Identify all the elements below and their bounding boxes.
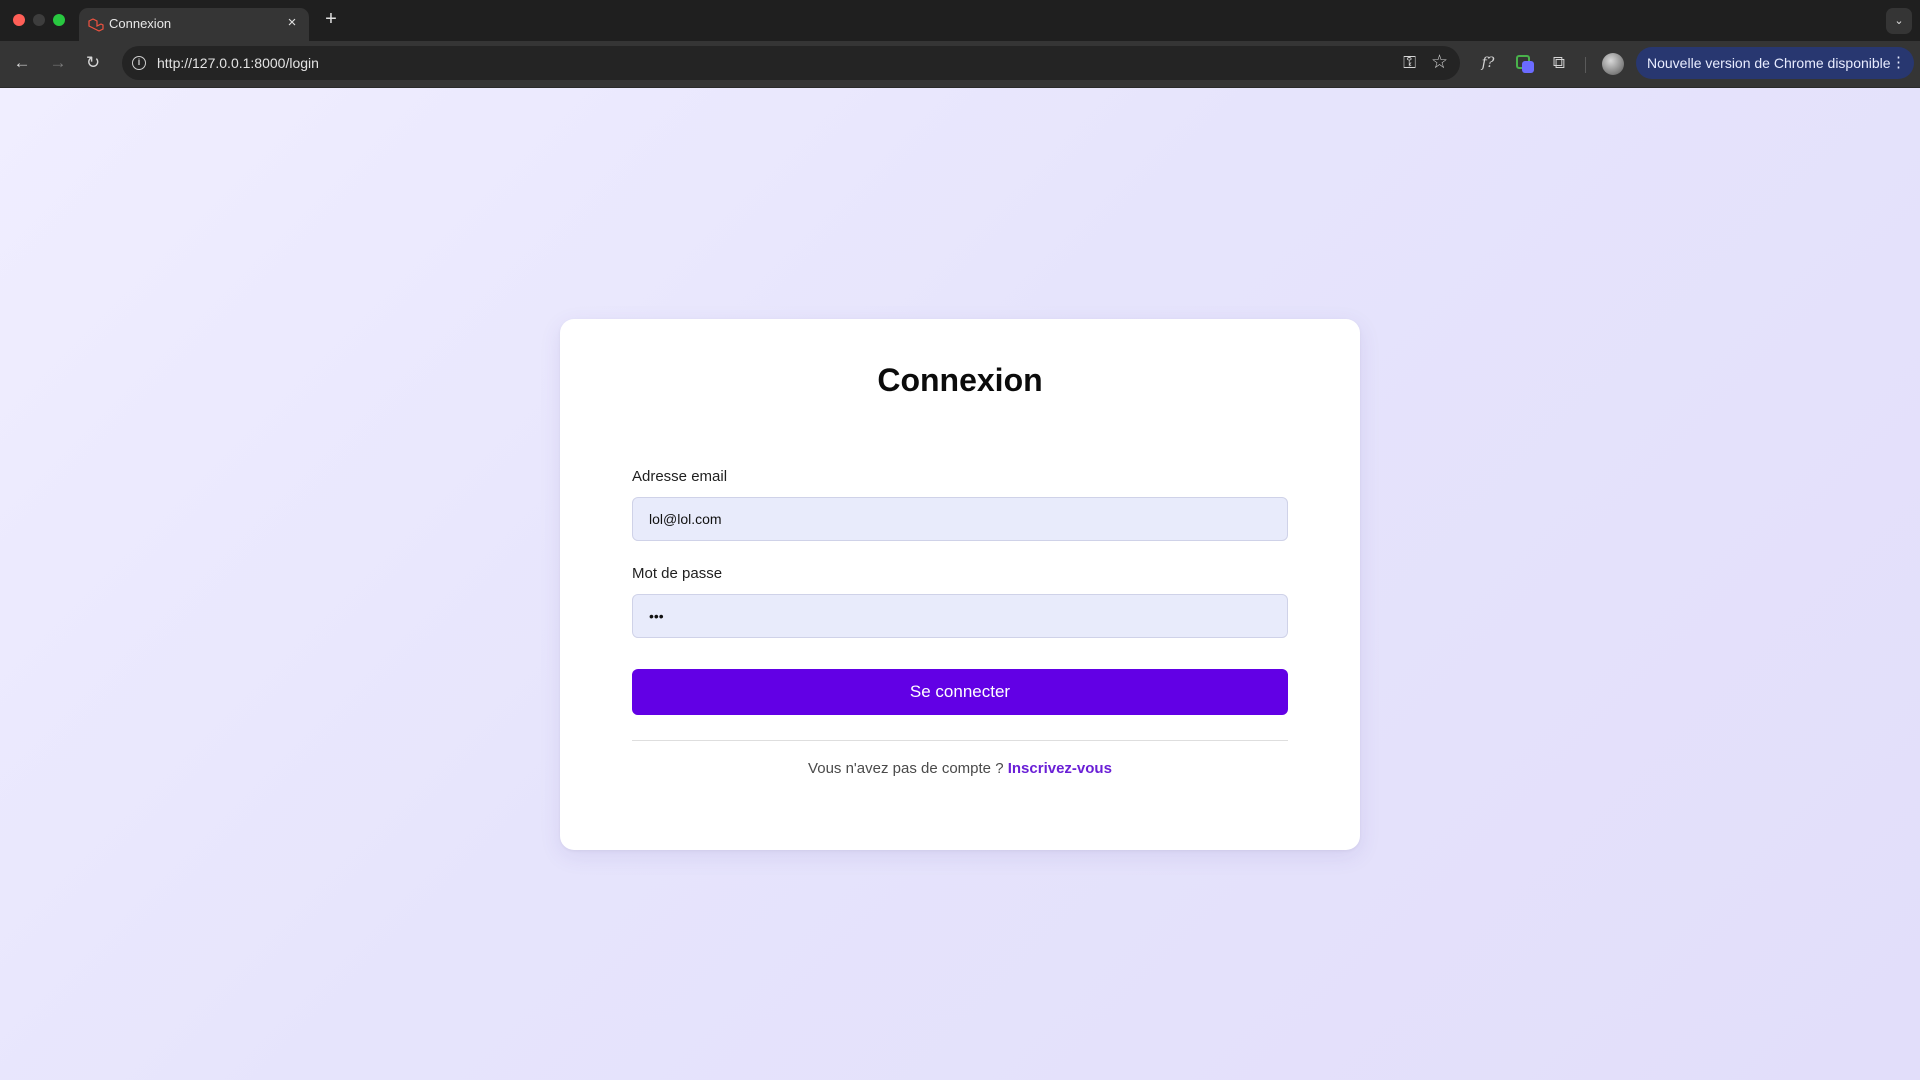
extensions-puzzle-icon[interactable]: ⧉ — [1545, 49, 1573, 77]
tab-title: Connexion — [109, 16, 172, 31]
window-minimize-button[interactable] — [33, 14, 45, 26]
login-submit-button[interactable]: Se connecter — [632, 669, 1288, 715]
browser-toolbar: ← → ↻ i http://127.0.0.1:8000/login ⚿ ☆ … — [0, 41, 1920, 88]
tab-search-button[interactable]: ⌄ — [1886, 8, 1912, 34]
signup-prompt-line: Vous n'avez pas de compte ? Inscrivez-vo… — [560, 760, 1360, 777]
page-title: Connexion — [877, 362, 1043, 398]
tab-close-icon[interactable]: × — [283, 14, 301, 31]
page-viewport: Connexion Adresse email Mot de passe Se … — [0, 88, 1920, 1080]
update-label: Nouvelle version de Chrome disponible — [1647, 55, 1891, 71]
signup-link[interactable]: Inscrivez-vous — [1008, 760, 1112, 777]
profile-avatar[interactable] — [1602, 53, 1624, 75]
more-menu-icon[interactable]: ⋮ — [1891, 47, 1906, 79]
forward-arrow-icon[interactable]: → — [44, 49, 72, 77]
signup-prompt-text: Vous n'avez pas de compte ? — [808, 760, 1004, 777]
email-field[interactable] — [632, 497, 1288, 541]
window-maximize-button[interactable] — [53, 14, 65, 26]
password-field[interactable] — [632, 594, 1288, 638]
url-text[interactable]: http://127.0.0.1:8000/login — [157, 55, 319, 71]
site-info-icon[interactable]: i — [132, 56, 146, 70]
extension-icon[interactable] — [1510, 49, 1538, 77]
browser-tab-bar: Connexion × + ⌄ — [0, 0, 1920, 41]
back-arrow-icon[interactable]: ← — [8, 49, 36, 77]
login-card: Connexion Adresse email Mot de passe Se … — [560, 319, 1360, 850]
fx-extension-icon[interactable]: f? — [1474, 49, 1502, 77]
new-tab-button[interactable]: + — [320, 8, 342, 31]
divider — [632, 740, 1288, 741]
laravel-favicon-icon — [88, 18, 104, 32]
bookmark-star-icon[interactable]: ☆ — [1431, 51, 1448, 74]
password-label: Mot de passe — [632, 565, 723, 582]
reload-icon[interactable]: ↻ — [79, 49, 107, 77]
address-bar[interactable]: i http://127.0.0.1:8000/login ⚿ ☆ — [122, 46, 1460, 80]
toolbar-divider — [1585, 57, 1586, 73]
chrome-update-button[interactable]: Nouvelle version de Chrome disponible ⋮ — [1636, 47, 1914, 79]
password-key-icon[interactable]: ⚿ — [1403, 53, 1416, 73]
browser-tab[interactable]: Connexion × — [79, 8, 309, 41]
window-close-button[interactable] — [13, 14, 25, 26]
email-label: Adresse email — [632, 468, 728, 485]
